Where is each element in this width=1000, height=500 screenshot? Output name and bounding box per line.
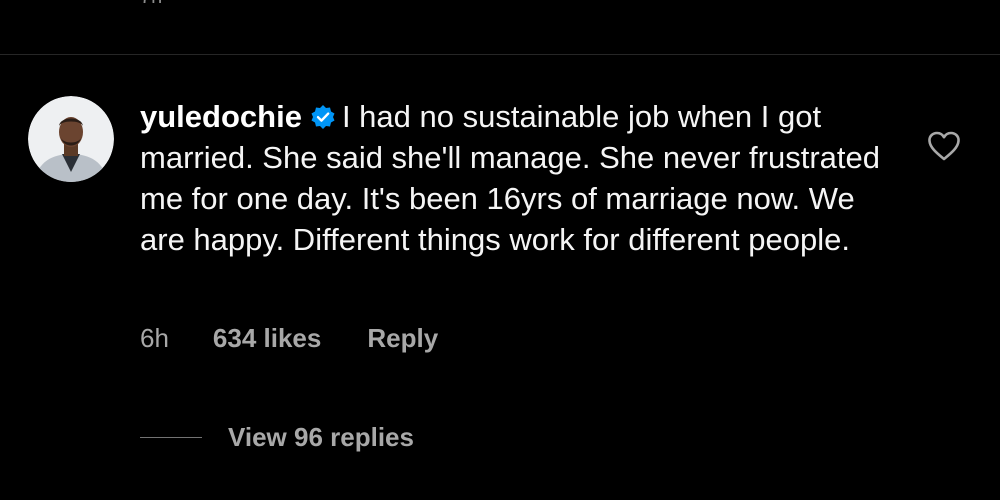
comment-time[interactable]: 6h [140,323,169,354]
view-replies[interactable]: View 96 replies [140,422,414,453]
like-button[interactable] [926,130,962,162]
heart-outline-icon [928,131,960,161]
avatar-image [28,96,114,182]
username-link[interactable]: yuledochie [140,99,302,134]
previous-timestamp: 7h [140,0,162,9]
verified-badge-icon [310,99,336,129]
divider [0,54,1000,55]
likes-count[interactable]: 634 likes [213,323,321,354]
comment: yuledochie I had no sustainable job when … [28,96,972,452]
reply-button[interactable]: Reply [367,323,438,354]
replies-divider [140,437,202,438]
view-replies-button[interactable]: View 96 replies [228,422,414,452]
comment-body: yuledochie I had no sustainable job when … [140,96,880,260]
comment-meta: 6h 634 likes Reply [140,323,438,354]
avatar[interactable] [28,96,114,182]
